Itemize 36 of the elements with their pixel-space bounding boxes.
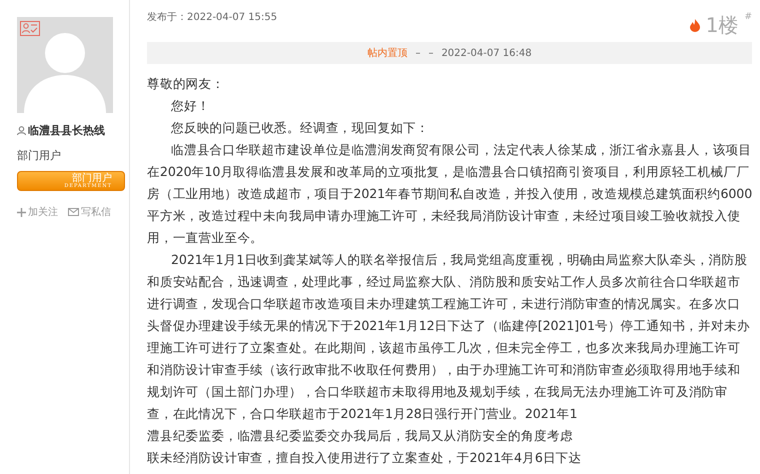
username[interactable]: 临澧县县长热线 bbox=[28, 123, 105, 138]
post-text-line: 规划许可（国土部门办理），合口华联超市未取得用地及规划手续，在我局无法办理施工许可及消防审 bbox=[147, 383, 728, 401]
notice-label: 帖内置顶 bbox=[367, 46, 408, 60]
post-text-line: 进行调查，发现合口华联超市改造项目未办理建筑工程施工许可，未进行消防审查的情况属实。在多次口 bbox=[147, 295, 740, 313]
publish-time: 发布于：2022-04-07 15:55 bbox=[147, 11, 278, 24]
post-text-line: 尊敬的网友： bbox=[147, 75, 224, 93]
mail-icon bbox=[68, 208, 79, 216]
post-text-line: 用，一直营业至今。 bbox=[147, 229, 264, 247]
post-text-line: 查，在此情况下，合口华联超市于2021年1月28日强行开门营业。2021年1 bbox=[147, 405, 578, 423]
post-text-line: 和消防设计审查手续（该行政审批不收取任何费用），由于办理施工许可和消防审查必须取得用地手续和 bbox=[147, 361, 740, 379]
flame-icon bbox=[690, 19, 700, 32]
post-text-line: 您反映的问题已收悉。经调查，现回复如下： bbox=[170, 119, 430, 137]
user-group: 部门用户 bbox=[17, 148, 129, 163]
verified-user-icon bbox=[20, 21, 40, 36]
post-text-line: 头督促办理建设手续无果的情况下于2021年1月12日下达了（临建停[2021]01号）停工通知书，并对未办 bbox=[147, 317, 750, 335]
user-icon bbox=[17, 126, 26, 135]
post-text-line: 和质安站配合，迅速调查，处理此事，经过局监察大队、消防股和质安站工作人员多次前往合口华联超市 bbox=[147, 273, 740, 291]
floor-number: 1楼 bbox=[706, 12, 738, 39]
post-text-line: 澧县纪委监委，临澧县纪委监委交办我局后，我局又从消防安全的角度考虑 bbox=[147, 427, 573, 445]
post-text-line: 房（工业用地）改造成超市，项目于2021年春节期间私自改造，并投入使用，改造规模总建筑面积约6000 bbox=[147, 185, 752, 203]
notice-text: 2022-04-07 16:48 bbox=[441, 48, 532, 58]
floor-mark: # bbox=[744, 12, 752, 22]
post-text-line: 2021年1月1日收到龚某斌等人的联名举报信后，我局党组高度重视，明确由局监察大队牵头，消防股 bbox=[170, 251, 748, 269]
post-text-line: 临澧县合口华联超市建设单位是临澧润发商贸有限公司，法定代表人徐某成，浙江省永嘉县人，该项目 bbox=[170, 141, 752, 159]
message-link[interactable]: 写私信 bbox=[68, 205, 111, 219]
post-text-line: 平方米，改造过程中未向我局申请办理施工许可，未经我局消防设计审查，未经过项目竣工验收就投入使 bbox=[147, 207, 740, 225]
badge-label: 部门用户 bbox=[72, 174, 112, 184]
notice-text: – bbox=[415, 48, 420, 58]
notice-text: – bbox=[428, 48, 434, 58]
post-text-line: 理施工许可进行了立案查处。在此期间，该超市虽停工几次，但未完全停工，也多次来我局办理施工许可 bbox=[147, 339, 740, 357]
plus-icon bbox=[17, 208, 26, 216]
avatar[interactable] bbox=[17, 17, 113, 113]
post-text-line: 联未经消防设计审查，擅自投入使用进行了立案查处，于2021年4月6日下达 bbox=[147, 449, 582, 467]
follow-link[interactable]: 加关注 bbox=[17, 205, 58, 219]
post-text-line: 您好！ bbox=[170, 97, 210, 115]
post-text-line: 在2020年10月取得临澧县发展和改革局的立项批复，是临澧县合口镇招商引资项目，利用原轻工机械厂厂 bbox=[147, 163, 750, 181]
